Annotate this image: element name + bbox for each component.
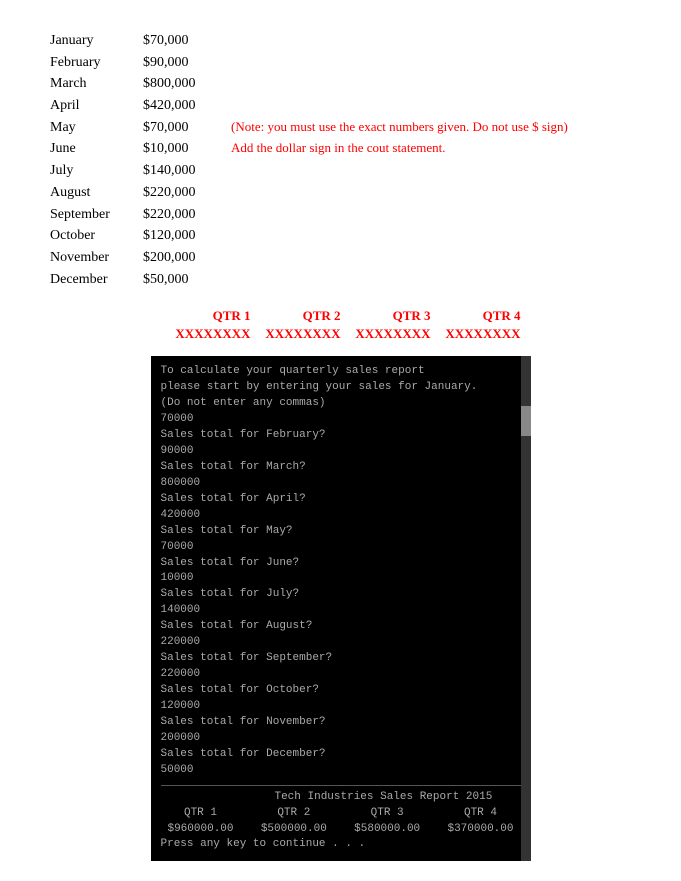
- report-data-cell: XXXXXXXX: [341, 326, 431, 342]
- terminal-lines: To calculate your quarterly sales report…: [161, 364, 521, 778]
- month-name: May: [50, 117, 135, 139]
- month-name: November: [50, 247, 135, 269]
- month-amount: $10,000: [143, 138, 223, 160]
- terminal-report-title: [161, 790, 247, 806]
- month-name: October: [50, 225, 135, 247]
- terminal-line: 70000: [161, 412, 521, 428]
- month-amount: $140,000: [143, 160, 223, 182]
- report-header-cell: QTR 2: [251, 308, 341, 324]
- terminal-line: 90000: [161, 444, 521, 460]
- report-header-cell: QTR 1: [161, 308, 251, 324]
- terminal-line: Sales total for June?: [161, 556, 521, 572]
- month-name: August: [50, 182, 135, 204]
- report-data-cell: XXXXXXXX: [161, 326, 251, 342]
- month-row: June $10,000 Add the dollar sign in the co…: [50, 138, 651, 160]
- report-header-cell: QTR 4: [431, 308, 521, 324]
- terminal-line: Sales total for May?: [161, 524, 521, 540]
- month-name: March: [50, 73, 135, 95]
- month-amount: $50,000: [143, 269, 223, 291]
- report-header-cell: QTR 3: [341, 308, 431, 324]
- terminal-report-data-row: QTR 1$960000.00 QTR 2$500000.00 QTR 3$5800…: [161, 806, 521, 838]
- note-line2: Add the dollar sign in the cout statemen…: [231, 138, 445, 160]
- terminal-footer: Press any key to continue . . .: [161, 837, 521, 853]
- scrollbar[interactable]: [521, 356, 531, 861]
- month-name: December: [50, 269, 135, 291]
- month-row: December $50,000: [50, 269, 651, 291]
- terminal-report-title-text: Tech Industries Sales Report 2015: [274, 790, 492, 806]
- month-name: September: [50, 204, 135, 226]
- terminal-report-title-row: Tech Industries Sales Report 2015: [161, 790, 521, 806]
- report-data-row: XXXXXXXXXXXXXXXXXXXXXXXXXXXXXXXX: [30, 326, 651, 342]
- month-row: March $800,000: [50, 73, 651, 95]
- terminal-line: 140000: [161, 603, 521, 619]
- report-headers: QTR 1QTR 2QTR 3QTR 4: [30, 308, 651, 324]
- terminal-line: 800000: [161, 476, 521, 492]
- terminal-line: 10000: [161, 571, 521, 587]
- terminal-line: Sales total for July?: [161, 587, 521, 603]
- month-name: June: [50, 138, 135, 160]
- note-line1: (Note: you must use the exact numbers gi…: [231, 117, 568, 139]
- terminal-line: 50000: [161, 763, 521, 779]
- month-row: November $200,000: [50, 247, 651, 269]
- terminal-line: Sales total for December?: [161, 747, 521, 763]
- month-name: April: [50, 95, 135, 117]
- month-name: July: [50, 160, 135, 182]
- month-row: July $140,000: [50, 160, 651, 182]
- month-amount: $70,000: [143, 117, 223, 139]
- month-amount: $90,000: [143, 52, 223, 74]
- terminal-line: Sales total for September?: [161, 651, 521, 667]
- month-row: February $90,000: [50, 52, 651, 74]
- month-amount: $200,000: [143, 247, 223, 269]
- report-data-cell: XXXXXXXX: [251, 326, 341, 342]
- month-amount: $800,000: [143, 73, 223, 95]
- data-table: January $70,000 February $90,000 March $800,0…: [50, 30, 651, 290]
- terminal-line: 220000: [161, 667, 521, 683]
- terminal-qtr-cell: QTR 4$370000.00: [440, 806, 520, 838]
- month-name: February: [50, 52, 135, 74]
- terminal-line: (Do not enter any commas): [161, 396, 521, 412]
- month-amount: $220,000: [143, 204, 223, 226]
- terminal-line: Sales total for February?: [161, 428, 521, 444]
- terminal-line: 70000: [161, 540, 521, 556]
- terminal-line: 220000: [161, 635, 521, 651]
- terminal-line: 420000: [161, 508, 521, 524]
- month-row: September $220,000: [50, 204, 651, 226]
- month-row: August $220,000: [50, 182, 651, 204]
- month-amount: $120,000: [143, 225, 223, 247]
- terminal-qtr-cell: QTR 2$500000.00: [254, 806, 334, 838]
- month-row: April $420,000: [50, 95, 651, 117]
- terminal-qtr-cell: QTR 3$580000.00: [347, 806, 427, 838]
- scrollbar-thumb: [521, 406, 531, 436]
- month-row: October $120,000: [50, 225, 651, 247]
- terminal-line: To calculate your quarterly sales report: [161, 364, 521, 380]
- terminal-line: 200000: [161, 731, 521, 747]
- terminal-line: please start by entering your sales for …: [161, 380, 521, 396]
- month-name: January: [50, 30, 135, 52]
- report-data-cell: XXXXXXXX: [431, 326, 521, 342]
- report-preview: QTR 1QTR 2QTR 3QTR 4 XXXXXXXXXXXXXXXXXXX…: [30, 308, 651, 342]
- terminal-bottom: Tech Industries Sales Report 2015 QTR 1$…: [161, 785, 521, 854]
- terminal-line: 120000: [161, 699, 521, 715]
- terminal-line: Sales total for October?: [161, 683, 521, 699]
- terminal-line: Sales total for April?: [161, 492, 521, 508]
- month-amount: $220,000: [143, 182, 223, 204]
- terminal-line: Sales total for November?: [161, 715, 521, 731]
- terminal-line: Sales total for March?: [161, 460, 521, 476]
- terminal-window: To calculate your quarterly sales report…: [151, 356, 531, 861]
- month-amount: $70,000: [143, 30, 223, 52]
- month-row: May $70,000 (Note: you must use the exact …: [50, 117, 651, 139]
- terminal-qtr-cell: QTR 1$960000.00: [161, 806, 241, 838]
- month-row: January $70,000: [50, 30, 651, 52]
- month-amount: $420,000: [143, 95, 223, 117]
